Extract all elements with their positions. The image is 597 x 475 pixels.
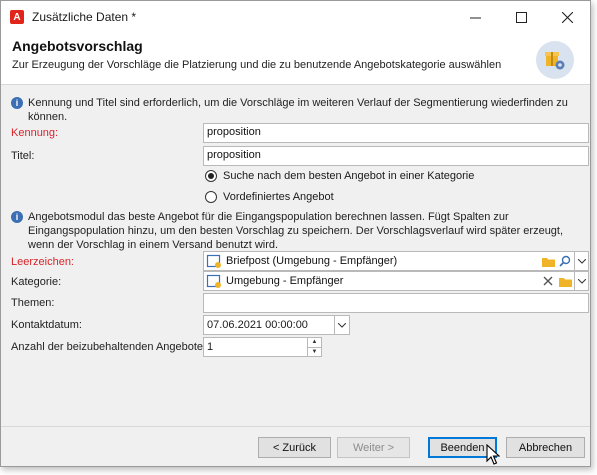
chevron-down-icon [577,258,586,264]
page-title: Angebotsvorschlag [12,38,143,54]
kategorie-label: Kategorie: [11,276,62,288]
leerzeichen-field[interactable]: Briefpost (Umgebung - Empfänger) [203,251,589,271]
app-icon: A [10,10,24,24]
minimize-button[interactable] [452,1,498,33]
anzahl-stepper[interactable]: 1 ▲ ▼ [203,337,322,357]
cancel-button[interactable]: Abbrechen [506,437,585,458]
anzahl-value: 1 [207,341,214,353]
next-button[interactable]: Weiter > [337,437,410,458]
search-button[interactable] [557,253,573,269]
clear-icon [543,276,553,286]
kontaktdatum-label: Kontaktdatum: [11,319,82,331]
close-icon [561,11,573,23]
back-button[interactable]: < Zurück [258,437,331,458]
dialog-window: A Zusätzliche Daten * Angebotsvorschlag … [0,0,591,467]
kategorie-field[interactable]: Umgebung - Empfänger [203,271,589,291]
titel-input[interactable]: proposition [203,146,589,166]
maximize-icon [515,11,527,23]
placement-icon [206,254,221,268]
themen-input[interactable] [203,293,589,313]
chevron-down-icon [577,278,586,284]
kennung-label: Kennung: [11,127,59,139]
search-icon [559,255,571,267]
stepper-buttons[interactable]: ▲ ▼ [307,338,321,356]
kontaktdatum-value: 07.06.2021 00:00:00 [207,319,308,331]
wizard-footer: < Zurück Weiter > Beenden Abbrechen [1,426,590,466]
titel-label: Titel: [11,150,35,162]
wizard-header: Angebotsvorschlag Zur Erzeugung der Vors… [1,33,590,85]
minimize-icon [469,17,481,18]
anzahl-label: Anzahl der beizubehaltenden Angebote: [11,341,207,353]
stepper-down-icon[interactable]: ▼ [308,346,321,357]
leerzeichen-label: Leerzeichen: [11,256,74,268]
wizard-content: i Kennung und Titel sind erforderlich, u… [1,86,590,426]
radio-best-offer-label: Suche nach dem besten Angebot in einer K… [223,170,475,182]
category-icon [206,274,221,288]
kategorie-dropdown[interactable] [574,272,588,290]
folder-icon [541,257,555,267]
kontaktdatum-field[interactable]: 07.06.2021 00:00:00 [203,315,350,335]
themen-label: Themen: [11,297,55,309]
radio-predefined-offer-label: Vordefiniertes Angebot [223,191,334,203]
window-title: Zusätzliche Daten * [32,10,137,24]
chevron-down-icon [338,322,346,328]
date-dropdown-button[interactable] [334,316,349,334]
page-subtitle: Zur Erzeugung der Vorschläge die Platzie… [12,59,502,71]
stepper-up-icon[interactable]: ▲ [308,338,321,347]
kennung-input[interactable]: proposition [203,123,589,143]
info-text-2: Angebotsmodul das beste Angebot für die … [28,211,564,251]
mouse-cursor-icon [486,444,500,465]
info-text-1: Kennung und Titel sind erforderlich, um … [28,97,568,123]
folder-button[interactable] [557,273,573,289]
maximize-button[interactable] [498,1,544,33]
radio-best-offer[interactable]: Suche nach dem besten Angebot in einer K… [205,170,474,182]
folder-icon [558,277,572,287]
info-icon: i [11,97,23,109]
offer-settings-icon [536,41,574,79]
close-button[interactable] [544,1,590,33]
folder-button[interactable] [540,253,556,269]
clear-button[interactable] [540,273,556,289]
info-message-2: i Angebotsmodul das beste Angebot für di… [11,210,586,252]
radio-predefined-offer[interactable]: Vordefiniertes Angebot [205,191,334,203]
radio-button[interactable] [205,191,217,203]
kategorie-value: Umgebung - Empfänger [226,275,344,287]
leerzeichen-dropdown[interactable] [574,252,588,270]
leerzeichen-value: Briefpost (Umgebung - Empfänger) [226,255,398,267]
title-bar: A Zusätzliche Daten * [1,1,590,33]
info-message-1: i Kennung und Titel sind erforderlich, u… [11,96,581,124]
info-icon: i [11,211,23,223]
radio-button-selected[interactable] [205,170,217,182]
